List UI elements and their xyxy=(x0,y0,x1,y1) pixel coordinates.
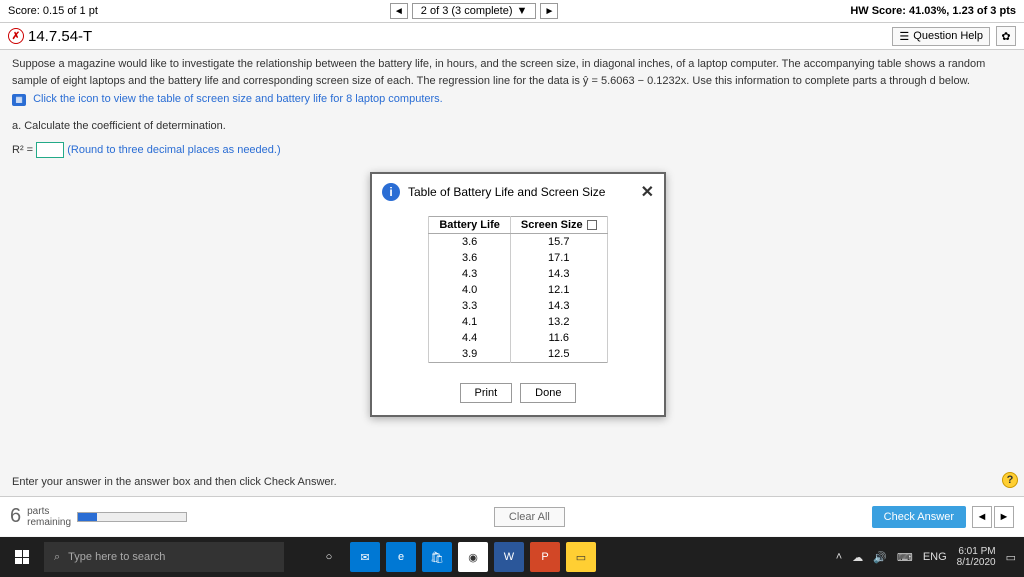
table-icon[interactable]: ▦ xyxy=(12,94,26,106)
word-icon[interactable]: W xyxy=(494,542,524,572)
table-row: 4.113.2 xyxy=(429,314,607,330)
next-question-button[interactable]: ► xyxy=(540,3,558,19)
help-icon[interactable]: ? xyxy=(1002,472,1018,488)
progress-text: 2 of 3 (3 complete) xyxy=(421,5,513,17)
table-row: 3.615.7 xyxy=(429,234,607,251)
tray-clock[interactable]: 6:01 PM 8/1/2020 xyxy=(957,546,996,568)
r2-input[interactable] xyxy=(36,142,64,158)
onedrive-icon[interactable]: ☁ xyxy=(852,551,863,564)
table-row: 3.617.1 xyxy=(429,250,607,266)
cell-screen: 12.1 xyxy=(510,282,607,298)
search-icon: ⌕ xyxy=(54,551,60,564)
prev-question-button[interactable]: ◄ xyxy=(390,3,408,19)
answer-instruction: Enter your answer in the answer box and … xyxy=(12,476,337,488)
prev-part-button[interactable]: ◄ xyxy=(972,506,992,528)
next-part-button[interactable]: ► xyxy=(994,506,1014,528)
windows-icon xyxy=(15,550,29,564)
incorrect-icon: ✗ xyxy=(8,28,24,44)
question-help-button[interactable]: ☰ Question Help xyxy=(892,27,990,46)
help-label: Question Help xyxy=(913,30,983,42)
round-note: (Round to three decimal places as needed… xyxy=(67,144,280,156)
notifications-icon[interactable]: ▭ xyxy=(1006,551,1016,564)
cell-battery: 3.9 xyxy=(429,346,511,363)
store-icon[interactable]: 🛍 xyxy=(422,542,452,572)
cell-screen: 17.1 xyxy=(510,250,607,266)
cell-screen: 14.3 xyxy=(510,298,607,314)
cell-battery: 4.3 xyxy=(429,266,511,282)
cell-screen: 15.7 xyxy=(510,234,607,251)
cell-battery: 4.0 xyxy=(429,282,511,298)
data-table: Battery Life Screen Size 3.615.73.617.14… xyxy=(428,216,607,363)
cell-screen: 12.5 xyxy=(510,346,607,363)
modal-close-button[interactable]: ✕ xyxy=(641,182,654,202)
explorer-icon[interactable]: ▭ xyxy=(566,542,596,572)
part-a-label: a. Calculate the coefficient of determin… xyxy=(12,120,1012,132)
print-button[interactable]: Print xyxy=(460,383,513,403)
clear-all-button[interactable]: Clear All xyxy=(494,507,565,527)
cell-battery: 3.6 xyxy=(429,234,511,251)
powerpoint-icon[interactable]: P xyxy=(530,542,560,572)
cell-screen: 11.6 xyxy=(510,330,607,346)
table-row: 4.411.6 xyxy=(429,330,607,346)
r2-prefix: R² = xyxy=(12,144,33,156)
click-icon-note: Click the icon to view the table of scre… xyxy=(33,93,443,105)
list-icon: ☰ xyxy=(899,30,909,43)
hw-score-label: HW Score: 41.03%, 1.23 of 3 pts xyxy=(850,5,1016,17)
parts-remaining-label: parts remaining xyxy=(27,506,71,528)
table-row: 3.912.5 xyxy=(429,346,607,363)
windows-taskbar: ⌕ Type here to search ○ ✉ e 🛍 ◉ W P ▭ ˄ … xyxy=(0,537,1024,577)
taskbar-search[interactable]: ⌕ Type here to search xyxy=(44,542,284,572)
cell-screen: 14.3 xyxy=(510,266,607,282)
cell-battery: 3.6 xyxy=(429,250,511,266)
gear-icon: ✿ xyxy=(1001,30,1010,43)
mail-icon[interactable]: ✉ xyxy=(350,542,380,572)
chevron-down-icon: ▼ xyxy=(517,5,528,17)
problem-intro: Suppose a magazine would like to investi… xyxy=(12,56,1012,89)
progress-dropdown[interactable]: 2 of 3 (3 complete) ▼ xyxy=(412,3,537,19)
tray-date: 8/1/2020 xyxy=(957,557,996,568)
cell-battery: 4.1 xyxy=(429,314,511,330)
col-battery-life: Battery Life xyxy=(429,217,511,234)
settings-button[interactable]: ✿ xyxy=(996,26,1016,46)
cell-battery: 3.3 xyxy=(429,298,511,314)
table-row: 3.314.3 xyxy=(429,298,607,314)
question-id: 14.7.54-T xyxy=(28,28,92,45)
tray-time: 6:01 PM xyxy=(957,546,996,557)
modal-title: Table of Battery Life and Screen Size xyxy=(408,185,605,199)
volume-icon[interactable]: 🔊 xyxy=(873,551,887,564)
search-placeholder: Type here to search xyxy=(68,551,165,563)
cell-screen: 13.2 xyxy=(510,314,607,330)
language-indicator[interactable]: ENG xyxy=(923,551,947,563)
col-screen-size: Screen Size xyxy=(510,217,607,234)
cell-battery: 4.4 xyxy=(429,330,511,346)
done-button[interactable]: Done xyxy=(520,383,576,403)
data-table-modal: i Table of Battery Life and Screen Size … xyxy=(370,172,666,417)
info-icon: i xyxy=(382,183,400,201)
keyboard-icon[interactable]: ⌨ xyxy=(897,551,913,564)
edge-icon[interactable]: e xyxy=(386,542,416,572)
table-row: 4.012.1 xyxy=(429,282,607,298)
parts-remaining-count: 6 xyxy=(10,505,21,528)
chrome-icon[interactable]: ◉ xyxy=(458,542,488,572)
tray-up-icon[interactable]: ˄ xyxy=(836,551,842,563)
copy-icon[interactable] xyxy=(587,220,597,230)
table-row: 4.314.3 xyxy=(429,266,607,282)
progress-bar xyxy=(77,512,187,522)
cortana-icon[interactable]: ○ xyxy=(314,542,344,572)
score-label: Score: 0.15 of 1 pt xyxy=(8,5,98,17)
start-button[interactable] xyxy=(0,537,44,577)
check-answer-button[interactable]: Check Answer xyxy=(872,506,966,528)
